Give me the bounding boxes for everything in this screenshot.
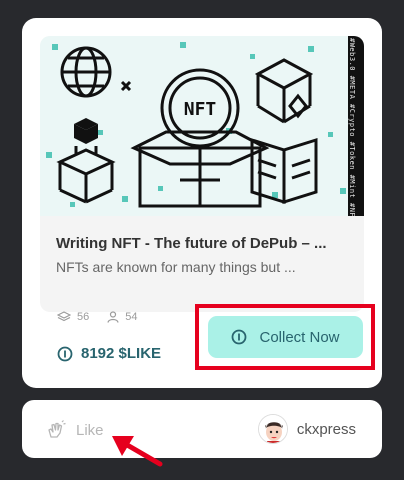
owners-stat: 54 — [107, 311, 138, 323]
avatar-image — [258, 415, 287, 443]
nft-title[interactable]: Writing NFT - The future of DePub – ... — [56, 235, 356, 252]
nft-stats-row: 56 54 — [57, 311, 138, 323]
price-display: 8192 $LIKE — [57, 345, 161, 362]
avatar[interactable] — [257, 414, 288, 444]
layers-icon — [57, 311, 71, 322]
nft-art-label: NFT — [184, 99, 217, 120]
nft-artwork-illustration: NFT — [46, 42, 346, 208]
social-bar: Like ckxpress — [22, 400, 382, 458]
nft-description: NFTs are known for many things but ... — [56, 259, 296, 275]
nft-preview[interactable]: NFT #Web3.0 #META #Crypto #Token #Mint #… — [40, 36, 364, 312]
person-icon — [107, 311, 119, 323]
collections-stat: 56 — [57, 311, 89, 323]
author-name[interactable]: ckxpress — [297, 421, 356, 438]
like-label: Like — [76, 421, 104, 439]
coin-icon — [57, 346, 73, 361]
owners-count: 54 — [125, 311, 138, 323]
hashtag-strip: #Web3.0 #META #Crypto #Token #Mint #NFT … — [348, 36, 364, 216]
hashtag-strip-text: #Web3.0 #META #Crypto #Token #Mint #NFT … — [348, 38, 356, 216]
price-amount: 8192 $LIKE — [81, 345, 162, 362]
clap-icon — [48, 420, 66, 438]
collect-highlight-box — [195, 304, 375, 370]
nft-artwork: NFT #Web3.0 #META #Crypto #Token #Mint #… — [40, 36, 364, 216]
like-button[interactable]: Like — [46, 420, 104, 440]
author-info[interactable]: ckxpress — [257, 414, 356, 444]
collections-count: 56 — [77, 311, 90, 323]
arrow-icon — [112, 436, 163, 467]
